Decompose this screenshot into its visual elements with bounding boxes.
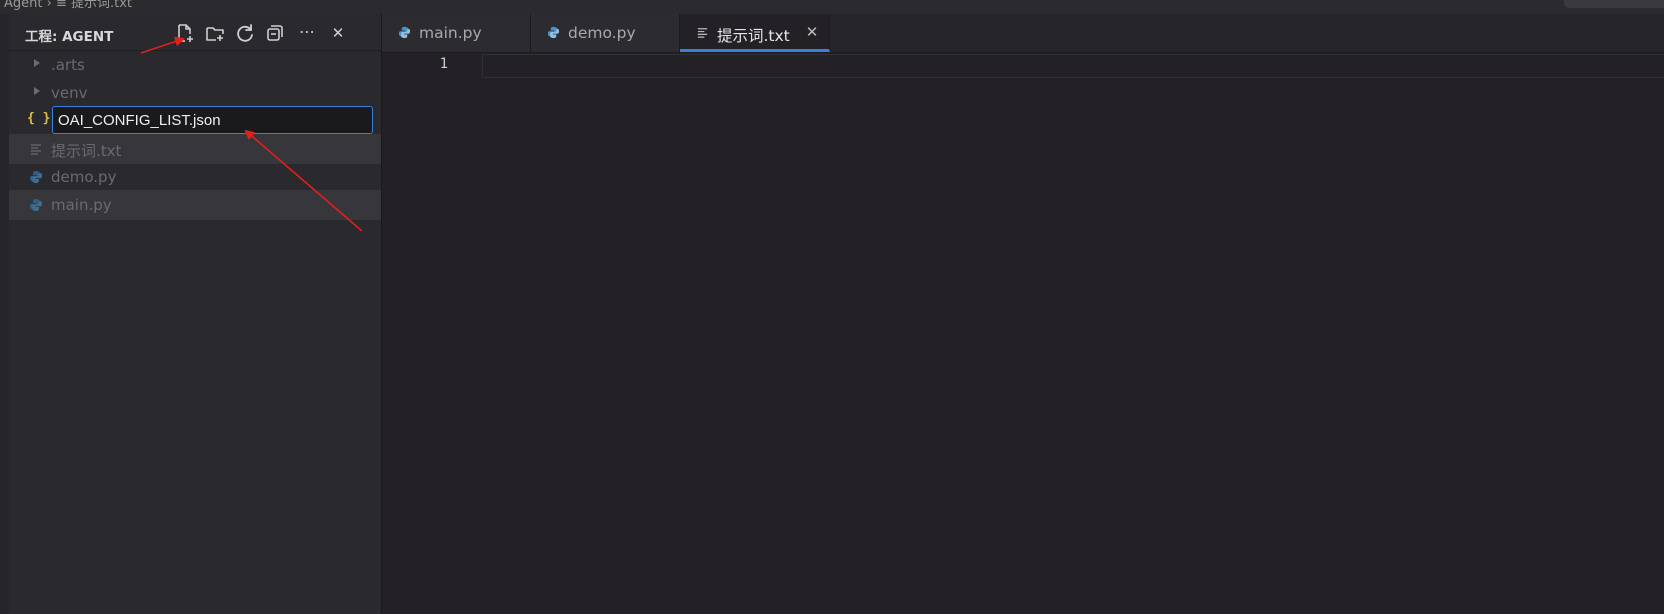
explorer-title: 工程: AGENT [25, 29, 114, 45]
tab-main-py[interactable]: main.py [382, 14, 531, 52]
refresh-icon[interactable] [234, 22, 256, 44]
rename-input[interactable] [52, 106, 373, 134]
tab-label: main.py [419, 24, 482, 42]
tree-item-label: demo.py [51, 168, 117, 186]
file-explorer: 工程: AGENT ⋯ ✕ .arts venv {} OAI_CONFIG_… [9, 14, 382, 614]
python-file-icon [29, 198, 43, 212]
python-file-icon [547, 26, 560, 39]
close-icon[interactable]: ✕ [327, 22, 349, 44]
tree-item-label: main.py [51, 196, 112, 214]
current-line-highlight [482, 54, 1664, 78]
editor-tab-bar: main.py demo.py 提示词.txt ✕ [382, 14, 1664, 53]
chevron-right-icon[interactable] [34, 59, 40, 67]
tree-item-label: 提示词.txt [51, 142, 122, 160]
tree-folder-venv[interactable]: venv [9, 78, 381, 108]
more-icon[interactable]: ⋯ [296, 22, 318, 44]
tab-demo-py[interactable]: demo.py [531, 14, 680, 52]
tab-prompt-txt[interactable]: 提示词.txt ✕ [680, 14, 830, 52]
tree-item-label: .arts [51, 56, 85, 74]
tree-rename-row: { } [9, 106, 381, 136]
tree-file-prompt-txt[interactable]: 提示词.txt [9, 134, 381, 164]
tree-file-demo-py[interactable]: demo.py [9, 162, 381, 192]
title-bar: Agent › ≡ 提示词.txt [0, 0, 1664, 14]
close-tab-icon[interactable]: ✕ [804, 23, 820, 41]
tree-item-label: venv [51, 84, 88, 102]
text-file-icon [696, 26, 709, 39]
python-file-icon [29, 170, 43, 184]
explorer-header: 工程: AGENT ⋯ ✕ [9, 14, 381, 50]
code-editor[interactable]: 1 [382, 53, 1664, 614]
text-file-icon [29, 142, 43, 156]
tab-label: demo.py [568, 24, 636, 42]
line-number: 1 [439, 56, 448, 72]
tab-label: 提示词.txt [717, 27, 790, 45]
tree-file-main-py[interactable]: main.py [9, 190, 381, 220]
new-folder-icon[interactable] [204, 22, 226, 44]
title-bar-control[interactable] [1564, 0, 1664, 8]
chevron-right-icon[interactable] [34, 87, 40, 95]
new-file-icon[interactable] [174, 22, 196, 44]
python-file-icon [398, 26, 411, 39]
collapse-all-icon[interactable] [264, 22, 286, 44]
json-file-icon: { } [27, 111, 51, 126]
breadcrumb: Agent › ≡ 提示词.txt [4, 0, 132, 11]
tree-folder-arts[interactable]: .arts [9, 50, 381, 80]
